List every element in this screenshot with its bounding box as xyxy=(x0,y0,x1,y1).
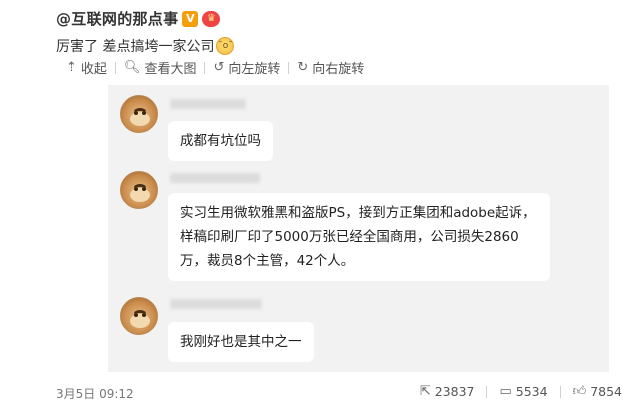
comment-button[interactable]: ▭ 5534 xyxy=(487,384,559,399)
chat-bubble: 实习生用微软雅黑和盗版PS，接到方正集团和adobe起诉，样稿印刷厂印了5000… xyxy=(168,193,550,281)
comment-icon: ▭ xyxy=(499,384,512,399)
rotate-left-label: 向左旋转 xyxy=(228,62,281,77)
rotate-left-icon: ↺ xyxy=(213,60,225,75)
post-text: 厉害了 差点搞垮一家公司 ˘o˘ xyxy=(56,36,235,56)
rotate-right-label: 向右旋转 xyxy=(312,62,365,77)
member-crown-icon: ♛ xyxy=(202,10,221,27)
post-stats: ⇱ 23837 ▭ 5534 👍︎ 7854 xyxy=(408,384,622,399)
chat-bubble: 我刚好也是其中之一 xyxy=(168,322,314,362)
thumbs-up-icon: 👍︎ xyxy=(572,384,587,399)
rotate-right-icon: ↻ xyxy=(297,60,309,75)
rotate-right-button[interactable]: ↻ 向右旋转 xyxy=(289,58,372,77)
view-large-label: 查看大图 xyxy=(144,62,197,77)
post-header: @互联网的那点事 V ♛ xyxy=(56,8,221,29)
blurred-name xyxy=(170,299,262,309)
username-link[interactable]: @互联网的那点事 xyxy=(56,8,178,29)
blurred-name xyxy=(170,173,260,183)
magnifier-icon: 🔍︎ xyxy=(123,60,141,75)
chat-screenshot-image[interactable]: 成都有坑位吗 实习生用微软雅黑和盗版PS，接到方正集团和adobe起诉，样稿印刷… xyxy=(108,85,609,372)
verified-badge: V xyxy=(182,10,199,27)
post-text-content: 厉害了 差点搞垮一家公司 xyxy=(56,39,215,55)
awkward-face-emoji-icon: ˘o˘ xyxy=(216,37,235,55)
chat-bubble: 成都有坑位吗 xyxy=(168,121,273,161)
comment-count: 5534 xyxy=(515,384,548,399)
repost-button[interactable]: ⇱ 23837 xyxy=(408,384,487,399)
like-count: 7854 xyxy=(590,384,622,399)
blurred-name xyxy=(170,99,246,109)
post-footer: 3月5日 09:12 ⇱ 23837 ▭ 5534 👍︎ 7854 xyxy=(0,380,640,410)
rotate-left-button[interactable]: ↺ 向左旋转 xyxy=(205,58,288,77)
post-timestamp[interactable]: 3月5日 09:12 xyxy=(56,385,134,402)
like-button[interactable]: 👍︎ 7854 xyxy=(561,384,622,399)
arrow-up-icon: ⇡ xyxy=(66,60,77,75)
monkey-avatar xyxy=(120,171,158,209)
collapse-button[interactable]: ⇡ 收起 xyxy=(56,58,115,77)
image-toolbar: ⇡ 收起 🔍︎ 查看大图 ↺ 向左旋转 ↻ 向右旋转 xyxy=(56,58,372,77)
repost-count: 23837 xyxy=(434,384,475,399)
collapse-label: 收起 xyxy=(80,62,107,77)
repost-icon: ⇱ xyxy=(419,384,431,399)
monkey-avatar xyxy=(120,297,158,335)
view-large-button[interactable]: 🔍︎ 查看大图 xyxy=(116,58,205,77)
monkey-avatar xyxy=(120,95,158,133)
